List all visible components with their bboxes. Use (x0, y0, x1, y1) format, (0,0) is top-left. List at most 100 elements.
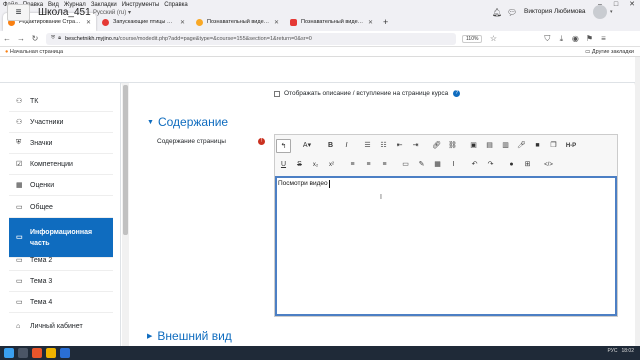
browser-navbar: ← → ↻ ⛨ 🔒︎ beschetnikh.myjino.ru /course… (0, 31, 640, 47)
account-icon[interactable]: ◉ (568, 34, 582, 43)
avatar[interactable] (593, 5, 607, 19)
close-tab-icon[interactable]: ✕ (368, 19, 373, 26)
extensions-icon[interactable]: ⚑ (582, 34, 596, 43)
unlink-button[interactable]: ⛓ (445, 139, 460, 153)
drawer-item-topic4[interactable]: ▭ Тема 4 (9, 292, 113, 313)
drawer-item-tk[interactable]: ⚇ ТК (9, 91, 113, 112)
folder-icon[interactable] (46, 348, 56, 358)
url-bar[interactable]: ⛨ 🔒︎ beschetnikh.myjino.ru /course/moded… (46, 32, 456, 45)
zoom-indicator[interactable]: 110% (462, 34, 483, 43)
link-button[interactable]: 🔗︎ (429, 139, 444, 153)
menu-bookmarks[interactable]: Закладки (91, 2, 117, 8)
table-button[interactable]: ▦ (430, 158, 445, 172)
section-appearance-header[interactable]: ▶ Внешний вид (147, 329, 232, 343)
underline-button[interactable]: U (276, 158, 291, 172)
record-audio-button[interactable]: 🎤︎ (514, 139, 529, 153)
align-right-button[interactable]: ≡ (377, 158, 392, 172)
other-bookmarks[interactable]: ▭ Другие закладки (585, 49, 634, 55)
moodle-navbar (0, 57, 640, 83)
user-menu-caret-icon[interactable]: ▾ (610, 9, 613, 15)
strikethrough-button[interactable]: S (292, 158, 307, 172)
bookmark-star-icon[interactable]: ☆ (486, 34, 500, 43)
subscript-button[interactable]: x₂ (308, 158, 323, 172)
align-left-button[interactable]: ≡ (345, 158, 360, 172)
drawer-item-badges[interactable]: ⛨ Значки (9, 133, 113, 154)
menu-help[interactable]: Справка (164, 2, 188, 8)
bold-button[interactable]: B (323, 139, 338, 153)
file-button[interactable]: ▥ (498, 139, 513, 153)
html-button[interactable]: </> (541, 158, 556, 172)
bookmark-label: Начальная страница (9, 48, 64, 55)
close-tab-icon[interactable]: ✕ (180, 19, 185, 26)
folder-icon: ▭ (16, 257, 23, 264)
editor-textarea[interactable] (275, 176, 617, 316)
drawer-item-dashboard[interactable]: ⌂ Личный кабинет (9, 316, 113, 337)
tray-clock[interactable]: 18:02 (621, 348, 634, 354)
back-icon[interactable]: ← (0, 34, 14, 43)
browser-tab[interactable]: Познавательный видеоролик ✕ (285, 13, 378, 31)
drawer-toggle-button[interactable]: ≡ (7, 4, 30, 21)
language-menu[interactable]: Русский (ru) ▾ (93, 9, 131, 16)
superscript-button[interactable]: x² (324, 158, 339, 172)
tab-title: Познавательный видеоролик (207, 19, 271, 25)
notifications-bell-icon[interactable]: 🔔︎ (492, 8, 502, 17)
align-center-button[interactable]: ≡ (361, 158, 376, 172)
pocket-icon[interactable]: ⛉ (540, 34, 554, 44)
messages-icon[interactable]: 💬︎ (507, 8, 517, 17)
browser-tab[interactable]: Познавательный видеоролик ✕ (191, 13, 284, 31)
search-icon[interactable] (18, 348, 28, 358)
section-content-header[interactable]: ▼ Содержание (147, 115, 228, 129)
app-menu-icon[interactable]: ≡ (596, 34, 610, 43)
italic-button[interactable]: I (339, 139, 354, 153)
reload-icon[interactable]: ↻ (28, 34, 42, 43)
h5p-button[interactable]: H-P (562, 139, 580, 153)
home-icon: ⌂ (16, 323, 21, 330)
outdent-button[interactable]: ⇤ (392, 139, 407, 153)
drawer-scrollbar-thumb[interactable] (123, 85, 128, 235)
close-tab-icon[interactable]: ✕ (274, 19, 279, 26)
indent-button[interactable]: ⇥ (408, 139, 423, 153)
collapse-toolbar-button[interactable]: ↰ (276, 139, 291, 153)
undo-button[interactable]: ↶ (467, 158, 482, 172)
forward-icon[interactable]: → (14, 34, 28, 43)
clear-format-button[interactable]: I (446, 158, 461, 172)
show-description-checkbox[interactable] (274, 90, 280, 97)
bullet-list-button[interactable]: ☰ (360, 139, 375, 153)
downloads-icon[interactable]: ⤓ (554, 34, 568, 44)
redo-button[interactable]: ↷ (483, 158, 498, 172)
record-video-button[interactable]: ■ (530, 139, 545, 153)
close-tab-icon[interactable]: ✕ (86, 19, 91, 26)
app-icon[interactable] (60, 348, 70, 358)
screenreader-helper-button[interactable]: ⊞ (520, 158, 535, 172)
tray-lang[interactable]: РУС (607, 348, 617, 354)
bookmark-home[interactable]: ● Начальная страница (5, 49, 63, 55)
windows-start-icon[interactable] (4, 348, 14, 358)
app-icon[interactable] (32, 348, 42, 358)
drawer-item-general[interactable]: ▭ Общее (9, 197, 113, 218)
drawer-item-grades[interactable]: ▦ Оценки (9, 175, 113, 196)
user-name[interactable]: Виктория Любимова (524, 8, 586, 15)
youtube-favicon-icon (290, 18, 297, 26)
new-tab-button[interactable]: + (383, 13, 388, 31)
equation-button[interactable]: ▭ (398, 158, 413, 172)
page-scrollbar[interactable] (635, 57, 640, 357)
maximize-button[interactable]: □ (608, 0, 624, 9)
style-button[interactable]: A▾ (297, 139, 317, 153)
drawer-item-label: Значки (30, 139, 53, 147)
numbered-list-button[interactable]: ☷ (376, 139, 391, 153)
site-name[interactable]: Школа_451 (38, 7, 91, 18)
drawer-item-competencies[interactable]: ☑ Компетенции (9, 154, 113, 175)
help-icon[interactable]: ? (453, 90, 461, 97)
drawer-item-participants[interactable]: ⚇ Участники (9, 112, 113, 133)
drawer-item-topic2[interactable]: ▭ Тема 2 (9, 250, 113, 271)
close-window-button[interactable]: ✕ (624, 0, 640, 9)
image-button[interactable]: ▣ (466, 139, 481, 153)
editor-toolbar-row-1: ↰ A▾ B I ☰ ☷ ⇤ ⇥ 🔗︎ ⛓ ▣ ▤ ▥ 🎤︎ ■ ❐ H-P (276, 137, 581, 155)
special-chars-button[interactable]: ✎ (414, 158, 429, 172)
accessibility-checker-button[interactable]: ● (504, 158, 519, 172)
manage-files-button[interactable]: ❐ (546, 139, 561, 153)
drawer-item-topic3[interactable]: ▭ Тема 3 (9, 271, 113, 292)
menu-tools[interactable]: Инструменты (122, 2, 159, 8)
media-button[interactable]: ▤ (482, 139, 497, 153)
text-caret (329, 180, 330, 188)
